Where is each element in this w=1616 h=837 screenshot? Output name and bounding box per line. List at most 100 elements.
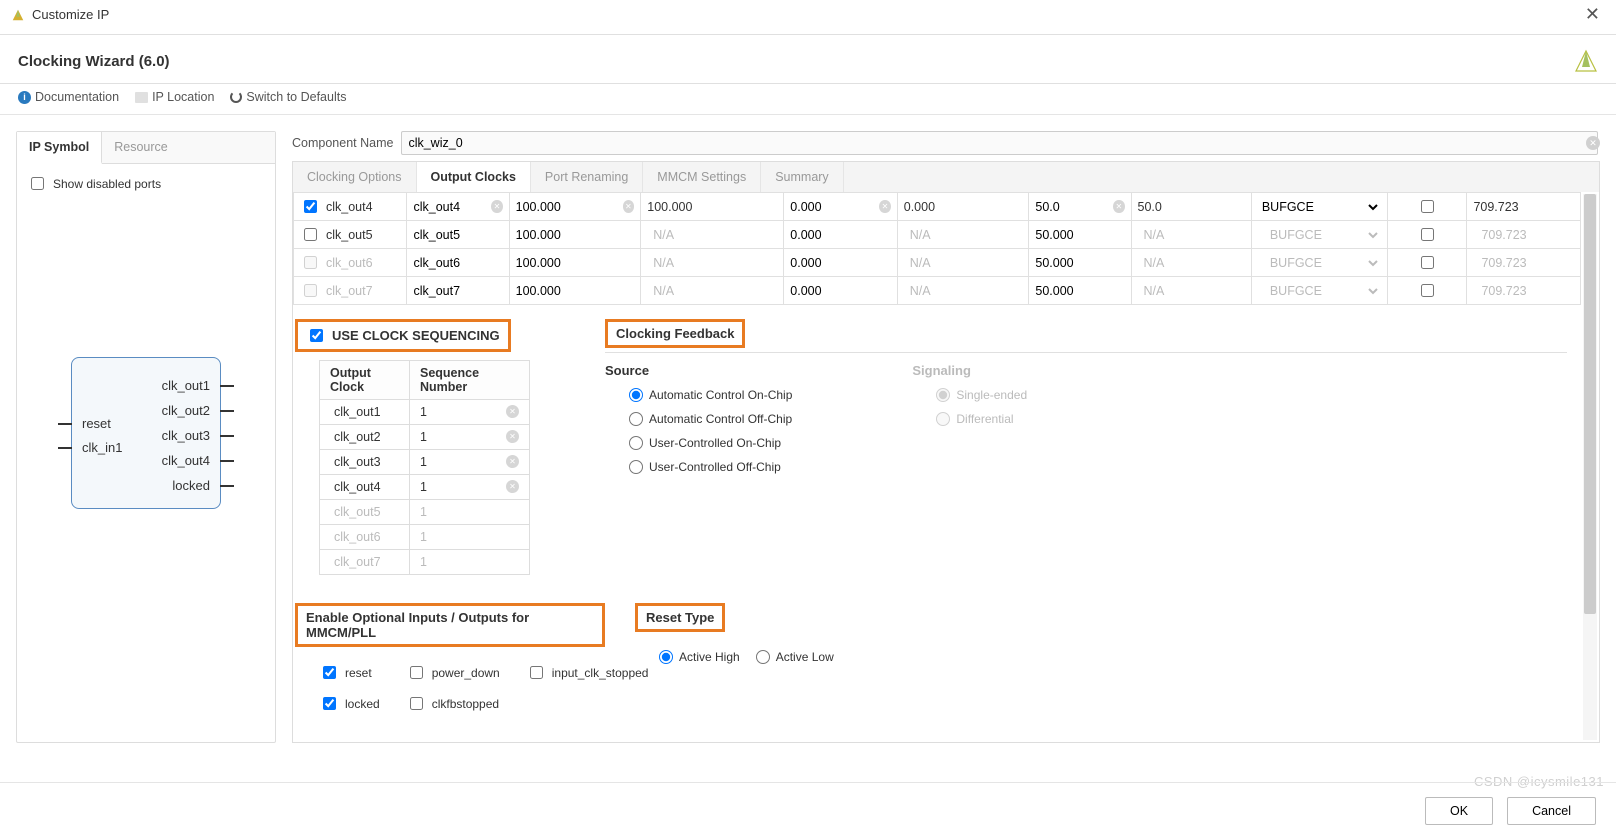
vivado-logo-icon [1574, 49, 1598, 73]
titlebar: Customize IP ✕ [0, 0, 1616, 34]
show-disabled-label: Show disabled ports [53, 177, 161, 191]
tab-mmcm-settings[interactable]: MMCM Settings [643, 162, 761, 192]
use-clock-sequencing-checkbox[interactable] [310, 329, 323, 342]
port-clk_out4: clk_out4 [162, 453, 210, 468]
duty-input[interactable] [1035, 256, 1124, 270]
freq-input[interactable] [516, 256, 635, 270]
radio-active-low[interactable]: Active Low [756, 650, 834, 664]
fine-ps-checkbox[interactable] [1421, 284, 1434, 297]
freq-input[interactable] [516, 200, 623, 214]
component-name-input[interactable] [401, 131, 1598, 155]
phase-input[interactable] [790, 200, 879, 214]
freq-input[interactable] [516, 228, 635, 242]
documentation-link[interactable]: i Documentation [18, 90, 119, 104]
ip-location-link[interactable]: IP Location [135, 90, 214, 104]
phase-input[interactable] [790, 284, 890, 298]
show-disabled-ports-checkbox[interactable]: Show disabled ports [27, 174, 161, 193]
table-row: clk_out7 N/A N/A N/A BUFGCE 709.723 [294, 277, 1581, 305]
ip-block: clk_out1 clk_out2 clk_out3 clk_out4 lock… [71, 357, 221, 509]
radio-differential: Differential [936, 412, 1027, 426]
window-title: Customize IP [32, 7, 109, 22]
fine-ps-checkbox[interactable] [1421, 228, 1434, 241]
port-name-input[interactable] [413, 228, 502, 242]
fine-ps-checkbox[interactable] [1421, 200, 1434, 213]
tab-summary[interactable]: Summary [761, 162, 843, 192]
tab-port-renaming[interactable]: Port Renaming [531, 162, 643, 192]
driver-select[interactable]: BUFGCE [1258, 199, 1381, 215]
cancel-button[interactable]: Cancel [1507, 797, 1596, 825]
enable-clk_out7-checkbox [304, 284, 317, 297]
tab-clocking-options[interactable]: Clocking Options [293, 162, 417, 192]
driver-select[interactable]: BUFGCE [1266, 255, 1381, 271]
reset-type-box: Reset Type [635, 603, 725, 632]
lower-panel: USE CLOCK SEQUENCING Output ClockSequenc… [293, 305, 1581, 727]
left-tabs: IP Symbol Resource [17, 132, 275, 164]
signaling-heading: Signaling [912, 363, 1027, 380]
port-name-input[interactable] [413, 256, 502, 270]
left-body: Show disabled ports clk_out1 clk_out2 cl… [17, 164, 275, 742]
clear-icon[interactable]: ✕ [623, 200, 635, 213]
table-row: clk_out4 ✕ ✕ 100.000 ✕ 0.000 ✕ 50.0 BUFG… [294, 193, 1581, 221]
clear-icon[interactable]: ✕ [506, 430, 519, 443]
folder-icon [135, 92, 148, 103]
driver-select[interactable]: BUFGCE [1266, 227, 1381, 243]
radio-single-ended: Single-ended [936, 388, 1027, 402]
radio-user-off-chip[interactable]: User-Controlled Off-Chip [629, 460, 792, 474]
checkbox-power-down[interactable]: power_down [406, 663, 500, 682]
phase-input[interactable] [790, 228, 890, 242]
clear-icon[interactable]: ✕ [506, 405, 519, 418]
port-locked: locked [172, 478, 210, 493]
enable-clk_out4-checkbox[interactable] [304, 200, 317, 213]
ip-block-diagram: clk_out1 clk_out2 clk_out3 clk_out4 lock… [27, 193, 265, 673]
duty-input[interactable] [1035, 284, 1124, 298]
checkbox-input-clk-stopped[interactable]: input_clk_stopped [526, 663, 649, 682]
fine-ps-checkbox[interactable] [1421, 256, 1434, 269]
scrollbar[interactable] [1583, 194, 1597, 740]
enable-clk_out6-checkbox [304, 256, 317, 269]
sequence-table: Output ClockSequence Numberclk_out11✕clk… [319, 360, 530, 575]
radio-auto-off-chip[interactable]: Automatic Control Off-Chip [629, 412, 792, 426]
documentation-label: Documentation [35, 90, 119, 104]
table-row: clk_out51 [320, 500, 530, 525]
tab-output-clocks[interactable]: Output Clocks [417, 162, 531, 192]
close-icon[interactable]: ✕ [1579, 4, 1606, 25]
tab-resource[interactable]: Resource [102, 132, 180, 163]
clear-icon[interactable]: ✕ [491, 200, 502, 213]
main-tabs: Clocking Options Output Clocks Port Rena… [292, 161, 1600, 192]
clear-icon[interactable]: ✕ [506, 455, 519, 468]
radio-auto-on-chip[interactable]: Automatic Control On-Chip [629, 388, 792, 402]
driver-select[interactable]: BUFGCE [1266, 283, 1381, 299]
freq-input[interactable] [516, 284, 635, 298]
radio-user-on-chip[interactable]: User-Controlled On-Chip [629, 436, 792, 450]
right-pane: Component Name ✕ Clocking Options Output… [292, 131, 1600, 743]
port-name-input[interactable] [413, 284, 502, 298]
clear-icon[interactable]: ✕ [1586, 136, 1600, 150]
table-row: clk_out21✕ [320, 425, 530, 450]
wizard-header: Clocking Wizard (6.0) [0, 35, 1616, 83]
info-icon: i [18, 91, 31, 104]
port-clk_out1: clk_out1 [162, 378, 210, 393]
duty-input[interactable] [1035, 228, 1124, 242]
ok-button[interactable]: OK [1425, 797, 1493, 825]
checkbox-clkfbstopped[interactable]: clkfbstopped [406, 694, 500, 713]
tab-ip-symbol[interactable]: IP Symbol [17, 132, 102, 164]
enable-clk_out5-checkbox[interactable] [304, 228, 317, 241]
clear-icon[interactable]: ✕ [1113, 200, 1124, 213]
port-name-input[interactable] [413, 200, 491, 214]
output-clocks-panel: clk_out4 ✕ ✕ 100.000 ✕ 0.000 ✕ 50.0 BUFG… [292, 192, 1600, 743]
table-row: clk_out6 N/A N/A N/A BUFGCE 709.723 [294, 249, 1581, 277]
component-name-label: Component Name [292, 136, 393, 150]
source-heading: Source [605, 363, 792, 380]
checkbox-reset[interactable]: reset [319, 663, 380, 682]
checkbox-locked[interactable]: locked [319, 694, 380, 713]
switch-defaults-label: Switch to Defaults [246, 90, 346, 104]
port-clk_out3: clk_out3 [162, 428, 210, 443]
phase-input[interactable] [790, 256, 890, 270]
radio-active-high[interactable]: Active High [659, 650, 740, 664]
clear-icon[interactable]: ✕ [879, 200, 891, 213]
switch-defaults-link[interactable]: Switch to Defaults [230, 90, 346, 104]
duty-input[interactable] [1035, 200, 1113, 214]
show-disabled-checkbox-input[interactable] [31, 177, 44, 190]
clear-icon[interactable]: ✕ [506, 480, 519, 493]
ip-location-label: IP Location [152, 90, 214, 104]
